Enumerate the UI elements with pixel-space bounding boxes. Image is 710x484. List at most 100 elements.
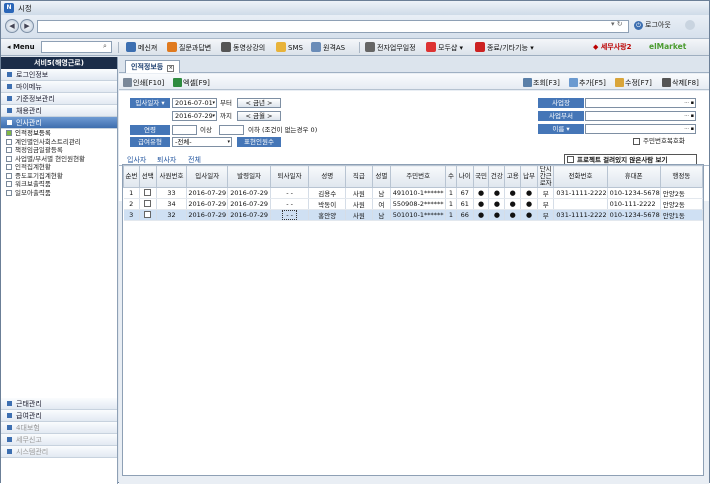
excel-button[interactable]: 엑셀[F9] (173, 78, 210, 88)
sidebar-subitem[interactable]: 증도포기집계현황 (1, 172, 117, 181)
search-icon[interactable]: ⌕ (103, 42, 107, 51)
sidebar-item-tax[interactable]: 세무신고 (1, 434, 117, 446)
logout-button[interactable]: ⏻ 로그아웃 (634, 20, 671, 30)
sidebar-item-my-menu[interactable]: 마이메뉴 (1, 81, 117, 93)
search-button[interactable]: 조회[F3] (523, 78, 560, 88)
workplace-field[interactable]: ··· ▪ (585, 98, 696, 108)
col-header[interactable]: 퇴사일자 (269, 165, 310, 188)
date-to-field[interactable]: 2016-07-29 ▾ (172, 111, 217, 121)
divider (118, 42, 119, 53)
table-row[interactable]: 2 34 2016-07-29 2016-07-29- - 박동이 사원 여 550908-2… (123, 198, 703, 210)
age-min-suffix: 이상 (200, 126, 212, 134)
remote-as-button[interactable]: 원격AS (311, 42, 345, 54)
col-header[interactable]: 단시간근로자 (536, 165, 555, 188)
col-header[interactable]: 발령일자 (227, 165, 271, 188)
sidebar-subitem[interactable]: 워크보출력품 (1, 180, 117, 189)
ssn-decrypt-checkbox[interactable] (633, 138, 640, 145)
sidebar-subitem[interactable]: 사업별/부서별 현인원현황 (1, 155, 117, 164)
refresh-icon[interactable]: ▾ ↻ (611, 20, 623, 28)
row-select-checkbox[interactable] (144, 200, 152, 207)
col-header[interactable]: 나이 (455, 165, 474, 188)
table-cell[interactable] (139, 198, 157, 210)
sidebar-item-base-info[interactable]: 기준정보관리 (1, 93, 117, 105)
table-cell: 66 (456, 209, 474, 221)
col-header[interactable]: 입사일자 (186, 165, 229, 188)
close-icon[interactable]: × (167, 65, 175, 72)
sidebar-subitem[interactable]: 일모아출력품 (1, 189, 117, 198)
address-bar: ◀ ▶ ▾ ↻ ⏻ 로그아웃 (1, 15, 709, 39)
brand-logo-elmarket[interactable]: elMarket (649, 42, 686, 51)
sidebar-item-attendance[interactable]: 근태관리 (1, 398, 117, 410)
sidebar-item-recruit[interactable]: 채용관리 (1, 105, 117, 117)
col-header[interactable]: 휴대폰 (606, 165, 661, 188)
retire-date-value: - - (286, 200, 293, 208)
edit-button[interactable]: 수정[F7] (615, 78, 652, 88)
print-button[interactable]: 인쇄[F10] (123, 78, 164, 88)
dept-field[interactable]: ··· ▪ (585, 111, 696, 121)
name-select[interactable]: 이름 ▾ (538, 124, 584, 134)
tab-strip: 인적정보등 × (119, 57, 709, 73)
add-button[interactable]: 추가[F5] (569, 78, 606, 88)
tab-personnel-info[interactable]: 인적정보등 × (125, 60, 181, 73)
col-header[interactable]: 전화번호 (553, 165, 608, 188)
sidebar-item-login-info[interactable]: 로그인정보 (1, 69, 117, 81)
table-row[interactable]: 3 32 2016-07-29 2016-07-29- - 홍안양 사원 남 501010-1… (123, 209, 703, 221)
col-header[interactable]: 주민번호 (390, 165, 447, 188)
brand-logo-semusarang[interactable]: ◆ 세무사랑2 (593, 42, 631, 52)
row-select-checkbox[interactable] (144, 211, 152, 218)
sidebar-subitem[interactable]: 계인별인사회스트리관리 (1, 138, 117, 147)
this-year-button[interactable]: < 금년 > (237, 98, 281, 108)
this-month-button[interactable]: < 금월 > (237, 111, 281, 121)
table-cell[interactable] (139, 209, 157, 221)
url-field[interactable] (37, 20, 629, 33)
table-row[interactable]: 1 33 2016-07-29 2016-07-29- - 김용수 사원 남 491010-1… (123, 187, 703, 199)
shop-button[interactable]: 모두샵 ▾ (426, 42, 463, 54)
schedule-button[interactable]: 전자업무일정 (365, 42, 416, 54)
sidebar-item-system[interactable]: 시스템관리 (1, 446, 117, 458)
sidebar-item-payroll[interactable]: 급여관리 (1, 410, 117, 422)
delete-button[interactable]: 삭제[F8] (662, 78, 699, 88)
sidebar-subitem[interactable]: 인적집계현황 (1, 163, 117, 172)
sidebar-subitem[interactable]: 책정임금일괄등록 (1, 146, 117, 155)
col-header[interactable]: 성명 (308, 165, 347, 188)
qna-button[interactable]: 질문과답변 (167, 42, 211, 54)
pay-type-select[interactable]: -전체- ▾ (172, 137, 232, 147)
col-header[interactable]: 수 (445, 165, 457, 188)
video-lecture-button[interactable]: 동영상강의 (221, 42, 265, 54)
col-header[interactable]: 고용 (504, 165, 522, 188)
help-icon[interactable] (685, 20, 695, 30)
age-min-field[interactable] (172, 125, 197, 135)
messenger-button[interactable]: 메신져 (126, 42, 157, 54)
col-header[interactable]: 납부 (520, 165, 538, 188)
col-header[interactable]: 직급 (345, 165, 373, 188)
table-cell: 안양2동 (660, 187, 703, 199)
col-header[interactable]: 성별 (371, 165, 392, 188)
row-select-checkbox[interactable] (144, 189, 152, 196)
col-header[interactable]: 선택 (138, 165, 157, 188)
name-field[interactable]: ··· ▪ (585, 124, 696, 134)
col-header[interactable]: 행정동 (659, 165, 703, 188)
back-icon[interactable]: ◀ (5, 19, 19, 33)
table-cell: ● (473, 209, 490, 221)
col-header[interactable]: 건강 (488, 165, 506, 188)
exit-menu-button[interactable]: 종료/기타기능 ▾ (475, 42, 534, 54)
forward-icon[interactable]: ▶ (20, 19, 34, 33)
age-max-field[interactable] (219, 125, 244, 135)
headcount-label: 표현인원수 (237, 137, 281, 147)
divider (359, 42, 360, 53)
table-cell[interactable] (139, 187, 157, 199)
col-header[interactable]: 국민 (472, 165, 490, 188)
col-header[interactable]: 순번 (123, 165, 140, 188)
menu-search-input[interactable] (41, 41, 112, 53)
col-header[interactable]: 사원번호 (155, 165, 188, 188)
sidebar-item-hr[interactable]: 인사관리 (1, 117, 117, 129)
remote-icon (311, 42, 321, 52)
date-type-select[interactable]: 입사일자 ▾ (130, 98, 170, 108)
dropdown-icon: ▾ (212, 100, 215, 106)
sidebar-item-insurance[interactable]: 4대보험 (1, 422, 117, 434)
date-from-field[interactable]: 2016-07-01 ▾ (172, 98, 217, 108)
sidebar-subitem[interactable]: 인적정보등록 (1, 129, 117, 138)
excel-icon (173, 78, 182, 87)
menu-toggle[interactable]: ◂ Menu (7, 43, 35, 51)
sms-button[interactable]: SMS (276, 42, 303, 54)
